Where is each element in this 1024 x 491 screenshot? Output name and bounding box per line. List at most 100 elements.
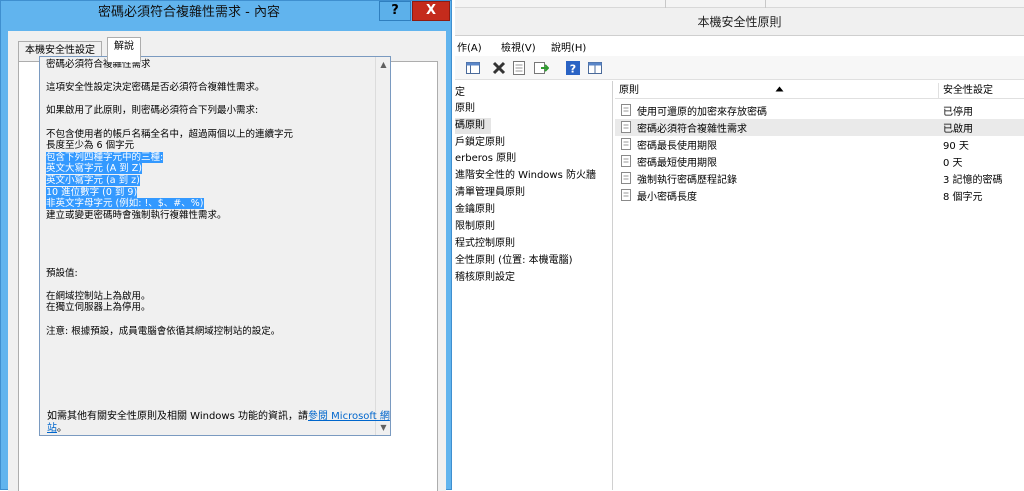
explain-line-text: 建立或變更密碼時會強制執行複雜性需求。 <box>46 209 227 221</box>
policy-row[interactable]: 強制執行密碼歷程記錄 3 記憶的密碼 <box>615 170 1024 187</box>
explain-line: 包含下列四種字元中的三種: <box>46 151 366 164</box>
explain-line-text: 在獨立伺服器上為停用。 <box>46 302 151 314</box>
tree-item[interactable]: erberos 原則 <box>455 151 516 167</box>
column-header-setting[interactable]: 安全性設定 <box>939 83 993 99</box>
explain-line-text-selected: 非英文字母字元 (例如: !、$、#、%) <box>46 198 204 210</box>
policy-setting: 已啟用 <box>943 124 973 135</box>
policy-name: 強制執行密碼歷程記錄 <box>637 175 737 186</box>
explain-line: 這項安全性設定決定密碼是否必須符合複雜性需求。 <box>46 82 366 94</box>
tab-explain[interactable]: 解說 <box>107 37 141 62</box>
policy-row[interactable]: 密碼最長使用期限 90 天 <box>615 136 1024 153</box>
policy-properties-dialog: 密碼必須符合複雜性需求 - 內容 ? X 本機安全性設定 解說 密碼必須符合複雜… <box>0 0 452 491</box>
policy-row[interactable]: 使用可還原的加密來存放密碼 已停用 <box>615 102 1024 119</box>
policy-row[interactable]: 最小密碼長度 8 個字元 <box>615 187 1024 204</box>
policy-name: 密碼必須符合複雜性需求 <box>637 124 747 135</box>
policy-name: 使用可還原的加密來存放密碼 <box>637 107 767 118</box>
explain-line: 密碼必須符合複雜性需求 <box>46 59 366 71</box>
tree-pane[interactable]: 定 原則 碼原則 戶鎖定原則 erberos 原則 進階安全性的 Windows… <box>455 81 613 490</box>
policy-icon <box>621 138 631 150</box>
explain-text-box[interactable]: 密碼必須符合複雜性需求 這項安全性設定決定密碼是否必須符合複雜性需求。 如果啟用了此… <box>39 56 391 436</box>
policy-name: 最小密碼長度 <box>637 192 697 203</box>
policy-row[interactable]: 密碼最短使用期限 0 天 <box>615 153 1024 170</box>
explain-line-text-selected: 10 進位數字 (0 到 9) <box>46 186 138 198</box>
tree-item[interactable]: 定 <box>455 85 465 101</box>
scroll-up-icon[interactable]: ▲ <box>376 57 391 72</box>
explain-line: 英文小寫字元 (a 到 z) <box>46 174 366 187</box>
explain-line <box>46 279 366 291</box>
explain-line-text-selected: 包含下列四種字元中的三種: <box>46 151 164 163</box>
main-window-titlebar[interactable]: 本機安全性原則 <box>455 8 1024 36</box>
policy-setting: 3 記憶的密碼 <box>943 175 1003 186</box>
explain-line <box>46 314 366 326</box>
tree-item[interactable]: 戶鎖定原則 <box>455 135 505 151</box>
explain-text: 密碼必須符合複雜性需求 這項安全性設定決定密碼是否必須符合複雜性需求。 如果啟用了此… <box>46 59 366 337</box>
explain-line <box>46 233 366 245</box>
tree-item[interactable]: 清單管理員原則 <box>455 185 525 201</box>
delete-icon[interactable] <box>491 60 507 76</box>
explain-line: 預設值: <box>46 268 366 280</box>
explain-line <box>46 256 366 268</box>
tree-item[interactable]: 進階安全性的 Windows 防火牆 <box>455 168 596 184</box>
explain-line: 不包含使用者的帳戶名稱全名中，超過兩個以上的連續字元 <box>46 129 366 141</box>
window-top-strip <box>455 0 1024 8</box>
policy-icon <box>621 172 631 184</box>
tree-item[interactable]: 限制原則 <box>455 219 495 235</box>
list-header: 原則 安全性設定 <box>615 83 1024 99</box>
explain-line-text: 注意: 根據預設，成員電腦會依循其網域控制站的設定。 <box>46 325 281 337</box>
toolbar: ? <box>455 56 1024 80</box>
explain-line-text-selected: 英文小寫字元 (a 到 z) <box>46 174 140 186</box>
export-icon[interactable] <box>533 60 549 76</box>
explain-line-text: 在網域控制站上為啟用。 <box>46 290 151 302</box>
menu-bar: 作(A) 檢視(V) 說明(H) <box>455 36 1024 56</box>
explain-line <box>46 117 366 129</box>
menu-help[interactable]: 說明(H) <box>551 39 586 54</box>
explain-line: 在網域控制站上為啟用。 <box>46 291 366 303</box>
policy-icon <box>621 121 631 133</box>
tree-item[interactable]: 全性原則 (位置: 本機電腦) <box>455 253 573 269</box>
more-info-prefix: 如需其他有關安全性原則及相關 Windows 功能的資訊，請 <box>47 411 308 422</box>
column-header-policy[interactable]: 原則 <box>615 83 639 99</box>
menu-view[interactable]: 檢視(V) <box>501 39 536 54</box>
tree-item-password-policy[interactable]: 碼原則 <box>455 118 491 134</box>
local-security-policy-window: 本機安全性原則 作(A) 檢視(V) 說明(H) ? 定 原則 碼原則 戶鎖定原… <box>455 0 1024 490</box>
explain-line <box>46 94 366 106</box>
tree-item[interactable]: 原則 <box>455 101 475 117</box>
main-window-title: 本機安全性原則 <box>697 15 782 29</box>
explain-line-text: 長度至少為 6 個字元 <box>46 140 135 152</box>
policy-setting: 8 個字元 <box>943 192 983 203</box>
svg-text:?: ? <box>570 63 576 76</box>
explain-line-text: 不包含使用者的帳戶名稱全名中，超過兩個以上的連續字元 <box>46 128 294 140</box>
explain-line: 10 進位數字 (0 到 9) <box>46 186 366 199</box>
explain-line <box>46 221 366 233</box>
explain-line-text-selected: 英文大寫字元 (A 到 Z) <box>46 163 142 175</box>
help-icon[interactable]: ? <box>565 60 581 76</box>
explain-line: 如果啟用了此原則，則密碼必須符合下列最小需求: <box>46 105 366 117</box>
explain-line: 在獨立伺服器上為停用。 <box>46 302 366 314</box>
sort-ascending-icon <box>775 86 784 92</box>
policy-setting: 90 天 <box>943 141 969 152</box>
policy-name: 密碼最短使用期限 <box>637 158 717 169</box>
policy-list-pane: 原則 安全性設定 使用可還原的加密來存放密碼 已停用 密碼必須符合複雜性需求 已… <box>615 81 1024 490</box>
help-button[interactable]: ? <box>379 1 411 21</box>
explain-line-text: 預設值: <box>46 267 78 279</box>
show-hide-tree-icon[interactable] <box>465 60 481 76</box>
policy-icon <box>621 189 631 201</box>
tree-item[interactable]: 稽核原則設定 <box>455 270 515 286</box>
explain-line: 英文大寫字元 (A 到 Z) <box>46 163 366 175</box>
console-icon[interactable] <box>587 60 603 76</box>
policy-row-selected[interactable]: 密碼必須符合複雜性需求 已啟用 <box>615 119 1024 136</box>
menu-action[interactable]: 作(A) <box>457 39 482 54</box>
vertical-scrollbar[interactable]: ▲ ▼ <box>375 57 390 435</box>
policy-setting: 已停用 <box>943 107 973 118</box>
explain-line-text: 如果啟用了此原則，則密碼必須符合下列最小需求: <box>46 105 259 117</box>
explain-line <box>46 71 366 83</box>
explain-line: 長度至少為 6 個字元 <box>46 140 366 152</box>
properties-icon[interactable] <box>511 60 527 76</box>
tree-item[interactable]: 程式控制原則 <box>455 236 515 252</box>
close-button[interactable]: X <box>412 1 450 21</box>
explain-line: 非英文字母字元 (例如: !、$、#、%) <box>46 198 366 210</box>
tree-item[interactable]: 金鑰原則 <box>455 202 495 218</box>
dialog-title[interactable]: 密碼必須符合複雜性需求 - 內容 <box>1 1 377 26</box>
more-info-text: 如需其他有關安全性原則及相關 Windows 功能的資訊，請參閱 Microso… <box>47 411 407 435</box>
explain-line: 建立或變更密碼時會強制執行複雜性需求。 <box>46 210 366 222</box>
